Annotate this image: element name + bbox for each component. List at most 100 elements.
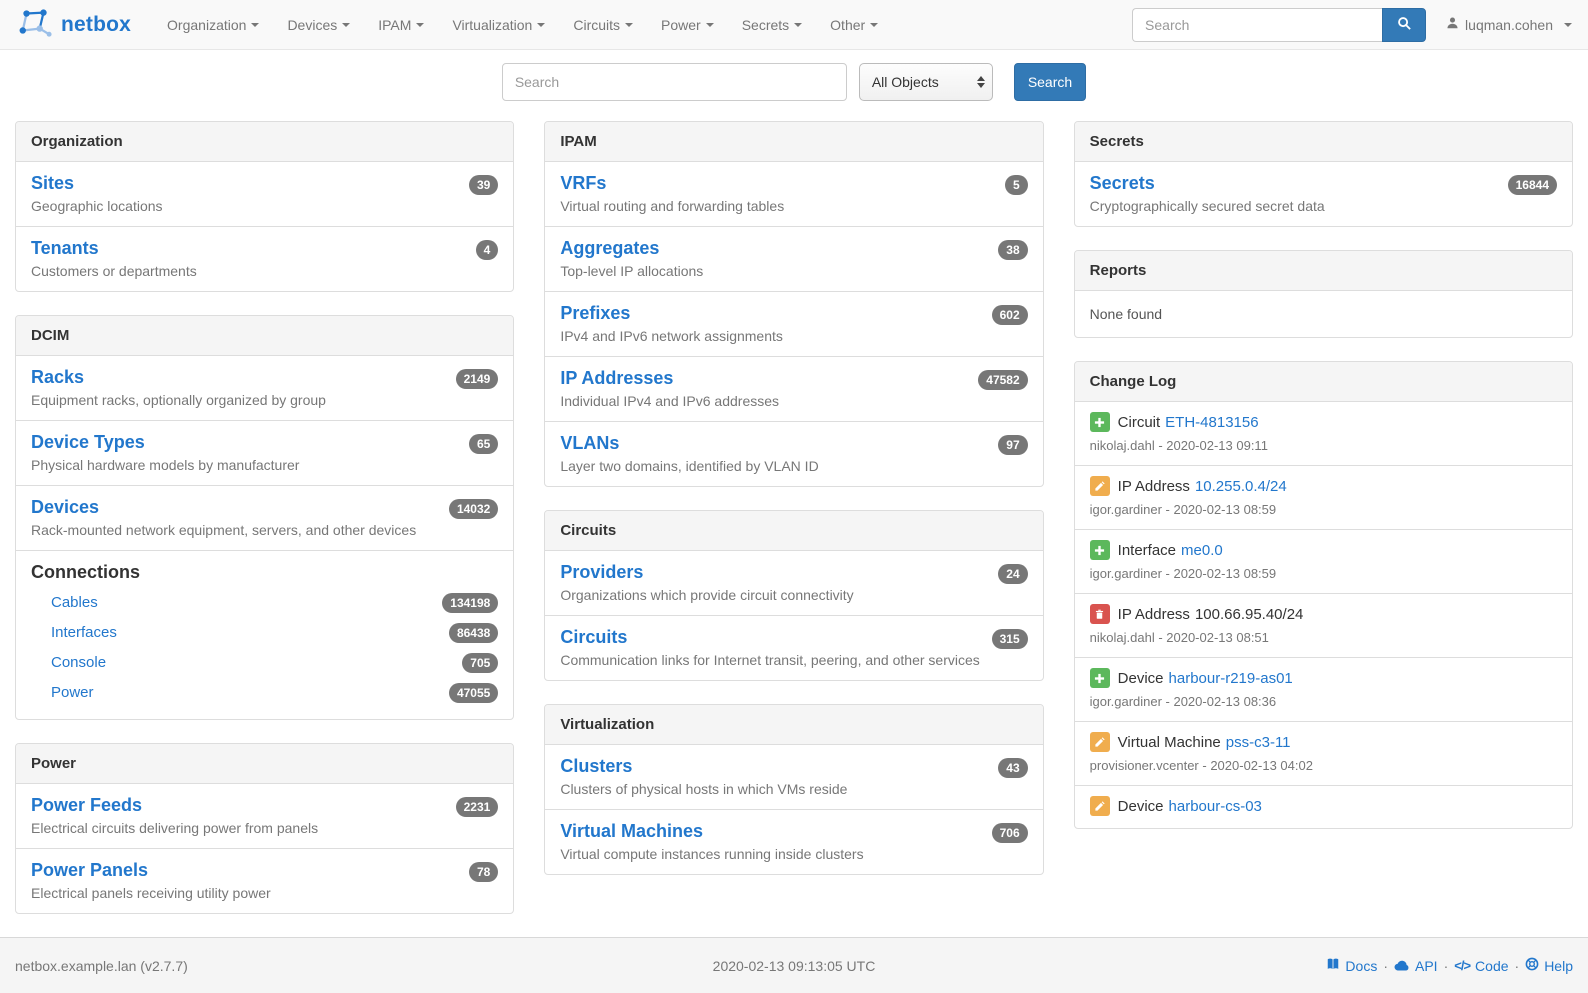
item-description: Top-level IP allocations xyxy=(560,263,1027,279)
code-link[interactable]: </> Code xyxy=(1454,958,1508,974)
power-feeds-link[interactable]: Power Feeds xyxy=(31,795,142,816)
chevron-down-icon xyxy=(342,23,350,27)
object-type: IP Address xyxy=(1118,606,1190,623)
list-item: Power Feeds 2231 Electrical circuits del… xyxy=(16,784,513,848)
panel-title: IPAM xyxy=(545,122,1042,162)
count-badge: 39 xyxy=(469,175,498,195)
menu-virtualization[interactable]: Virtualization xyxy=(438,0,559,50)
global-search-input[interactable] xyxy=(502,63,847,101)
list-item: Tenants 4 Customers or departments xyxy=(16,226,513,291)
chevron-down-icon xyxy=(706,23,714,27)
list-item: Sites 39 Geographic locations xyxy=(16,162,513,226)
object-type: IP Address xyxy=(1118,478,1190,495)
create-icon xyxy=(1090,412,1110,432)
api-link[interactable]: API xyxy=(1394,958,1438,974)
navbar-search-input[interactable] xyxy=(1132,8,1382,42)
docs-link[interactable]: Docs xyxy=(1326,957,1377,974)
netbox-logo-icon xyxy=(16,6,54,43)
life-ring-icon xyxy=(1525,957,1539,974)
secrets-link[interactable]: Secrets xyxy=(1090,173,1155,194)
search-icon xyxy=(1397,16,1412,34)
panel-title: Reports xyxy=(1075,251,1572,291)
menu-power[interactable]: Power xyxy=(647,0,728,50)
edit-icon xyxy=(1090,732,1110,752)
connection-row: Power 47055 xyxy=(31,677,498,707)
object-link[interactable]: pss-c3-11 xyxy=(1226,734,1291,751)
list-item: Racks 2149 Equipment racks, optionally o… xyxy=(16,356,513,420)
vlans-link[interactable]: VLANs xyxy=(560,433,619,454)
count-badge: 43 xyxy=(998,758,1027,778)
entry-meta: provisioner.vcenter - 2020-02-13 04:02 xyxy=(1090,758,1557,773)
book-icon xyxy=(1326,957,1340,974)
select-stepper-icon xyxy=(977,76,985,88)
device-types-link[interactable]: Device Types xyxy=(31,432,145,453)
prefixes-link[interactable]: Prefixes xyxy=(560,303,630,324)
object-link[interactable]: 10.255.0.4/24 xyxy=(1195,478,1287,495)
racks-link[interactable]: Racks xyxy=(31,367,84,388)
object-link[interactable]: harbour-cs-03 xyxy=(1169,798,1262,815)
global-search-button[interactable]: Search xyxy=(1014,63,1086,101)
virtual-machines-link[interactable]: Virtual Machines xyxy=(560,821,703,842)
circuits-link[interactable]: Circuits xyxy=(560,627,627,648)
chevron-down-icon xyxy=(870,23,878,27)
vrfs-link[interactable]: VRFs xyxy=(560,173,606,194)
entry-meta: nikolaj.dahl - 2020-02-13 08:51 xyxy=(1090,630,1557,645)
clusters-link[interactable]: Clusters xyxy=(560,756,632,777)
providers-link[interactable]: Providers xyxy=(560,562,643,583)
object-type-value: All Objects xyxy=(872,74,939,90)
panel-title: Secrets xyxy=(1075,122,1572,162)
panel-title: Virtualization xyxy=(545,705,1042,745)
code-icon: </> xyxy=(1454,958,1470,973)
ip-addresses-link[interactable]: IP Addresses xyxy=(560,368,673,389)
menu-circuits[interactable]: Circuits xyxy=(559,0,647,50)
panel-title: Change Log xyxy=(1075,362,1572,402)
menu-ipam[interactable]: IPAM xyxy=(364,0,438,50)
footer-timestamp: 2020-02-13 09:13:05 UTC xyxy=(534,958,1053,974)
user-menu[interactable]: luqman.cohen xyxy=(1446,16,1572,33)
count-badge: 47582 xyxy=(978,370,1027,390)
count-badge: 5 xyxy=(1005,175,1028,195)
sites-link[interactable]: Sites xyxy=(31,173,74,194)
menu-other[interactable]: Other xyxy=(816,0,892,50)
count-badge: 47055 xyxy=(449,683,498,703)
brand-label: netbox xyxy=(61,13,131,37)
entry-meta: igor.gardiner - 2020-02-13 08:59 xyxy=(1090,566,1557,581)
delete-icon xyxy=(1090,604,1110,624)
help-link[interactable]: Help xyxy=(1525,957,1573,974)
object-link[interactable]: me0.0 xyxy=(1181,542,1223,559)
menu-devices[interactable]: Devices xyxy=(273,0,364,50)
netbox-brand[interactable]: netbox xyxy=(16,6,131,43)
count-badge: 78 xyxy=(469,862,498,882)
changelog-entry: IP Address 10.255.0.4/24 igor.gardiner -… xyxy=(1075,465,1572,529)
power-connections-link[interactable]: Power xyxy=(51,684,94,701)
power-panels-link[interactable]: Power Panels xyxy=(31,860,148,881)
panel-title: Circuits xyxy=(545,511,1042,551)
menu-secrets[interactable]: Secrets xyxy=(728,0,816,50)
aggregates-link[interactable]: Aggregates xyxy=(560,238,659,259)
console-link[interactable]: Console xyxy=(51,654,106,671)
entry-meta: igor.gardiner - 2020-02-13 08:59 xyxy=(1090,502,1557,517)
list-item: Power Panels 78 Electrical panels receiv… xyxy=(16,848,513,913)
panel-title: Organization xyxy=(16,122,513,162)
interfaces-link[interactable]: Interfaces xyxy=(51,624,117,641)
menu-organization[interactable]: Organization xyxy=(153,0,273,50)
object-type-select[interactable]: All Objects xyxy=(859,63,993,101)
count-badge: 97 xyxy=(998,435,1027,455)
navbar-search xyxy=(1132,8,1426,42)
connections-block: Connections Cables 134198 Interfaces 864… xyxy=(16,550,513,719)
cables-link[interactable]: Cables xyxy=(51,594,98,611)
object-link[interactable]: harbour-r219-as01 xyxy=(1169,670,1293,687)
count-badge: 86438 xyxy=(449,623,498,643)
changelog-entry: Virtual Machine pss-c3-11 provisioner.vc… xyxy=(1075,721,1572,785)
count-badge: 16844 xyxy=(1508,175,1557,195)
object-link[interactable]: ETH-4813156 xyxy=(1165,414,1258,431)
item-description: Geographic locations xyxy=(31,198,498,214)
tenants-link[interactable]: Tenants xyxy=(31,238,99,259)
column-left: Organization Sites 39 Geographic locatio… xyxy=(15,121,514,937)
count-badge: 65 xyxy=(469,434,498,454)
navbar-search-button[interactable] xyxy=(1382,8,1426,42)
item-description: Equipment racks, optionally organized by… xyxy=(31,392,498,408)
changelog-entry: Interface me0.0 igor.gardiner - 2020-02-… xyxy=(1075,529,1572,593)
devices-link[interactable]: Devices xyxy=(31,497,99,518)
separator: · xyxy=(1515,958,1520,974)
